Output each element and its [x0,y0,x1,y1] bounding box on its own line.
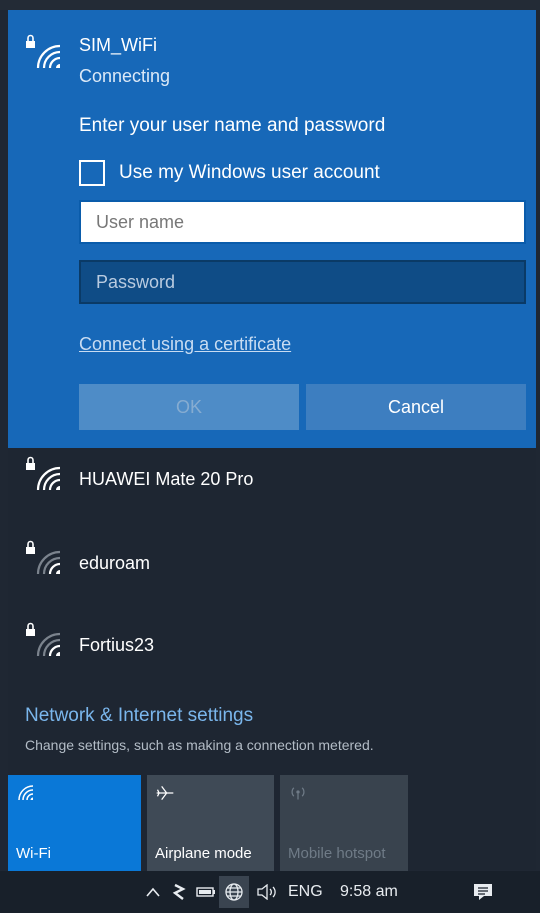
show-hidden-icons-chevron-up-icon[interactable] [146,871,160,913]
cancel-button[interactable]: Cancel [306,384,526,430]
network-settings-description: Change settings, such as making a connec… [25,737,374,753]
credentials-prompt: Enter your user name and password [79,115,386,136]
network-settings-link[interactable]: Network & Internet settings [25,705,253,727]
clock-time[interactable]: 9:58 am [340,871,398,913]
wifi-secured-icon [24,540,64,576]
network-name: eduroam [79,553,151,573]
taskbar: ENG 9:58 am [0,871,540,913]
wifi-secured-icon [24,622,64,658]
airplane-mode-label: Airplane mode [155,845,252,862]
network-flyout: SIM_WiFi Connecting Enter your user name… [8,10,536,871]
network-name: HUAWEI Mate 20 Pro [79,469,254,489]
wifi-icon [16,783,36,806]
network-globe-icon[interactable] [219,876,249,908]
app-tray-icon[interactable] [172,871,186,913]
input-language-indicator[interactable]: ENG [288,871,323,913]
password-input[interactable] [79,260,526,304]
use-windows-account-checkbox[interactable] [79,160,105,186]
action-center-notification-icon[interactable] [472,871,494,913]
desktop-top-strip [0,0,540,10]
active-network-name: SIM_WiFi [79,35,157,55]
use-windows-account-row[interactable]: Use my Windows user account [79,160,380,186]
username-input[interactable] [79,200,526,244]
mobile-hotspot-label: Mobile hotspot [288,845,386,862]
volume-icon[interactable] [256,871,278,913]
battery-icon[interactable] [196,871,216,913]
network-name: Fortius23 [79,635,155,655]
active-network-status: Connecting [79,66,171,86]
wifi-secured-icon [24,456,64,492]
ok-button[interactable]: OK [79,384,299,430]
active-network-panel: SIM_WiFi Connecting Enter your user name… [8,10,536,448]
mobile-hotspot-tile[interactable]: Mobile hotspot [280,775,408,871]
airplane-icon [155,783,175,808]
airplane-mode-tile[interactable]: Airplane mode [147,775,274,871]
hotspot-icon [288,783,308,806]
connect-certificate-link[interactable]: Connect using a certificate [79,334,291,355]
use-windows-account-label: Use my Windows user account [119,162,380,183]
wifi-toggle-tile[interactable]: Wi-Fi [8,775,141,871]
wifi-tile-label: Wi-Fi [16,845,51,862]
wifi-secured-icon [24,34,64,70]
